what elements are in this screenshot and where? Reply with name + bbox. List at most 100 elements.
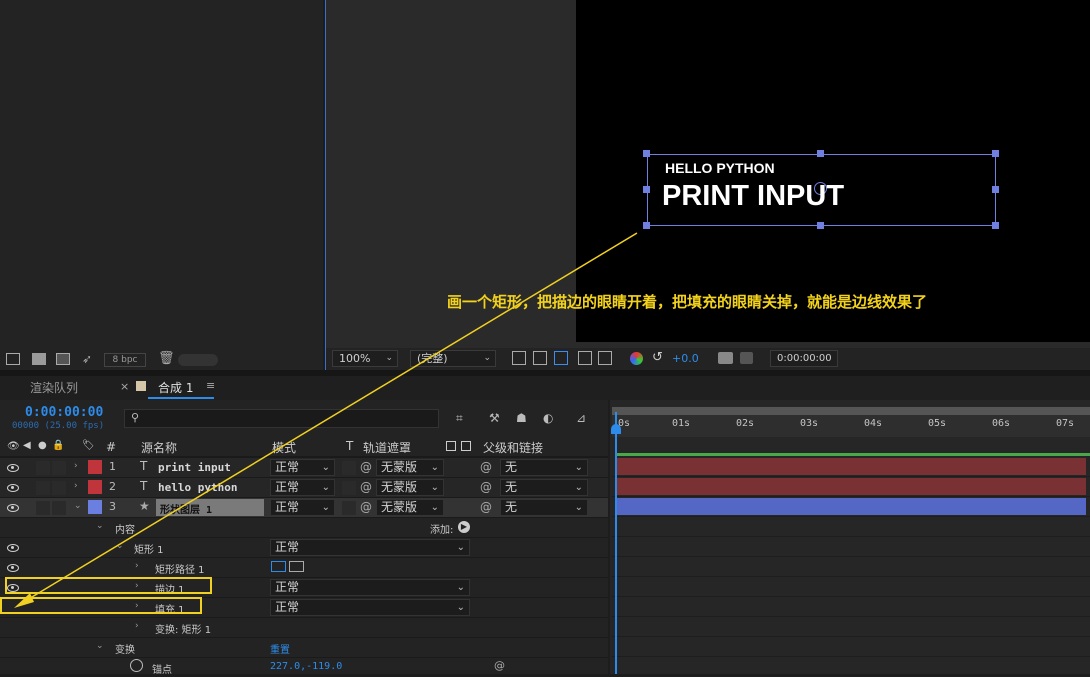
label-color[interactable] (88, 480, 102, 494)
eye-icon[interactable] (7, 544, 19, 552)
blend-mode-dropdown[interactable]: 正常 ⌄ (270, 599, 470, 616)
expression-pickwhip-icon[interactable]: @ (494, 659, 505, 672)
fast-previews-icon[interactable] (512, 351, 526, 365)
path-direction-reverse-icon[interactable] (289, 561, 304, 572)
new-folder-icon[interactable] (32, 353, 46, 365)
comp-flowchart-icon[interactable]: ⌗ (456, 411, 463, 426)
track-matte-dropdown[interactable]: 无蒙版 ⌄ (376, 499, 444, 516)
bpc-button[interactable]: 8 bpc (104, 353, 146, 367)
anchor-value[interactable]: 227.0,-119.0 (270, 661, 342, 672)
lock-toggle[interactable] (52, 461, 66, 475)
mode-dropdown[interactable]: 正常 ⌄ (270, 459, 335, 476)
eye-icon[interactable] (7, 564, 19, 572)
pickwhip-icon[interactable]: @ (360, 460, 372, 474)
snapshot-camera-icon[interactable] (718, 352, 733, 364)
pickwhip-icon[interactable]: @ (360, 480, 372, 494)
playhead-handle[interactable] (611, 424, 621, 434)
expand-chevron-icon[interactable]: › (74, 461, 78, 471)
preserve-transparency-toggle[interactable] (342, 481, 356, 495)
rectangle-label[interactable]: 矩形 1 (134, 541, 164, 556)
zoom-dropdown[interactable]: 100% ⌄ (332, 350, 398, 367)
parent-dropdown[interactable]: 无 ⌄ (500, 459, 588, 476)
audio-toggle[interactable] (36, 461, 50, 475)
transform-handle[interactable] (643, 222, 650, 229)
layer-name[interactable]: 形状图层 1 (160, 501, 212, 516)
eye-icon[interactable] (7, 504, 19, 512)
parent-dropdown[interactable]: 无 ⌄ (500, 499, 588, 516)
transform-rect-row[interactable]: › 变换: 矩形 1 (0, 617, 608, 637)
eye-icon[interactable] (7, 484, 19, 492)
exposure-value[interactable]: +0.0 (672, 352, 699, 365)
tab-composition[interactable]: 合成 1 (158, 379, 193, 396)
current-time-display[interactable]: 0:00:00:00 (25, 405, 103, 420)
hello-python-text[interactable]: HELLO PYTHON (665, 160, 775, 176)
tab-render-queue[interactable]: 渲染队列 (30, 379, 78, 396)
source-name-header[interactable]: 源名称 (141, 439, 177, 456)
parent-pickwhip-icon[interactable]: @ (480, 460, 492, 474)
new-composition-icon[interactable] (56, 353, 70, 365)
transform-handle[interactable] (992, 150, 999, 157)
layer-name[interactable]: print input (158, 461, 231, 474)
blend-mode-dropdown[interactable]: 正常 ⌄ (270, 539, 470, 556)
close-tab-icon[interactable]: × (120, 380, 129, 393)
blend-mode-dropdown[interactable]: 正常 ⌄ (270, 579, 470, 596)
print-input-text[interactable]: PRINT INPUT (662, 180, 844, 213)
stopwatch-icon[interactable] (130, 659, 143, 672)
pickwhip-icon[interactable]: @ (360, 500, 372, 514)
track-matte-dropdown[interactable]: 无蒙版 ⌄ (376, 459, 444, 476)
panel-menu-icon[interactable]: ≡ (206, 379, 215, 392)
lock-toggle[interactable] (52, 481, 66, 495)
collapse-chevron-icon[interactable]: ⌄ (96, 641, 104, 651)
anchor-point-row[interactable]: 锚点 227.0,-119.0 @ (0, 657, 608, 676)
lock-toggle[interactable] (52, 501, 66, 515)
work-area-navigator[interactable] (612, 407, 1090, 415)
thumbnail-slider[interactable] (178, 354, 218, 366)
expand-chevron-icon[interactable]: › (135, 561, 139, 571)
reset-link[interactable]: 重置 (270, 641, 290, 656)
layer-search-input[interactable]: ⚲ (124, 409, 439, 428)
eye-icon[interactable] (7, 464, 19, 472)
transparency-grid-icon[interactable] (533, 351, 547, 365)
track-matte-dropdown[interactable]: 无蒙版 ⌄ (376, 479, 444, 496)
transform-handle[interactable] (817, 150, 824, 157)
layer-row-1[interactable]: › 1 T print input 正常 ⌄ @ 无蒙版 ⌄ @ 无 ⌄ (0, 457, 608, 477)
mode-dropdown[interactable]: 正常 ⌄ (270, 479, 335, 496)
trash-icon[interactable]: 🗑 (158, 352, 175, 365)
parent-pickwhip-icon[interactable]: @ (480, 500, 492, 514)
path-direction-icon[interactable] (271, 561, 286, 572)
transform-handle[interactable] (817, 222, 824, 229)
audio-toggle[interactable] (36, 501, 50, 515)
rectangle-path-row[interactable]: › 矩形路径 1 (0, 557, 608, 577)
preserve-transparency-toggle[interactable] (342, 461, 356, 475)
layer-duration-bar[interactable] (616, 478, 1086, 495)
parent-dropdown[interactable]: 无 ⌄ (500, 479, 588, 496)
transform-row[interactable]: ⌄ 变换 重置 (0, 637, 608, 657)
layer-row-3[interactable]: ⌄ 3 ★ 形状图层 1 正常 ⌄ @ 无蒙版 ⌄ @ 无 ⌄ (0, 497, 608, 517)
exposure-reset-icon[interactable]: ↺ (652, 350, 663, 365)
transform-handle[interactable] (992, 186, 999, 193)
contents-row[interactable]: ⌄ 内容 添加: ▶ (0, 517, 608, 537)
collapse-chevron-icon[interactable]: ⌄ (96, 521, 104, 531)
show-snapshot-icon[interactable] (740, 352, 753, 364)
layer-row-2[interactable]: › 2 T hello python 正常 ⌄ @ 无蒙版 ⌄ @ 无 ⌄ (0, 477, 608, 497)
guides-icon[interactable] (598, 351, 612, 365)
layer-duration-bar[interactable] (616, 498, 1086, 515)
parent-pickwhip-icon[interactable]: @ (480, 480, 492, 494)
add-property-icon[interactable]: ▶ (458, 521, 470, 533)
transform-handle[interactable] (643, 150, 650, 157)
region-of-interest-icon[interactable] (578, 351, 592, 365)
preserve-transparency-toggle[interactable] (342, 501, 356, 515)
resolution-dropdown[interactable]: (完整) ⌄ (410, 350, 496, 367)
hide-shy-layers-icon[interactable]: ☗ (516, 411, 527, 425)
playhead-line[interactable] (615, 412, 617, 674)
graph-editor-icon[interactable]: ⊿ (576, 411, 586, 425)
work-area-bar[interactable] (616, 453, 1090, 456)
mode-dropdown[interactable]: 正常 ⌄ (270, 499, 335, 516)
expand-chevron-icon[interactable]: › (135, 621, 139, 631)
interpret-footage-icon[interactable] (6, 353, 20, 365)
transform-handle[interactable] (992, 222, 999, 229)
layer-name[interactable]: hello python (158, 481, 237, 494)
transform-handle[interactable] (643, 186, 650, 193)
audio-toggle[interactable] (36, 481, 50, 495)
collapse-chevron-icon[interactable]: ⌄ (74, 501, 82, 511)
